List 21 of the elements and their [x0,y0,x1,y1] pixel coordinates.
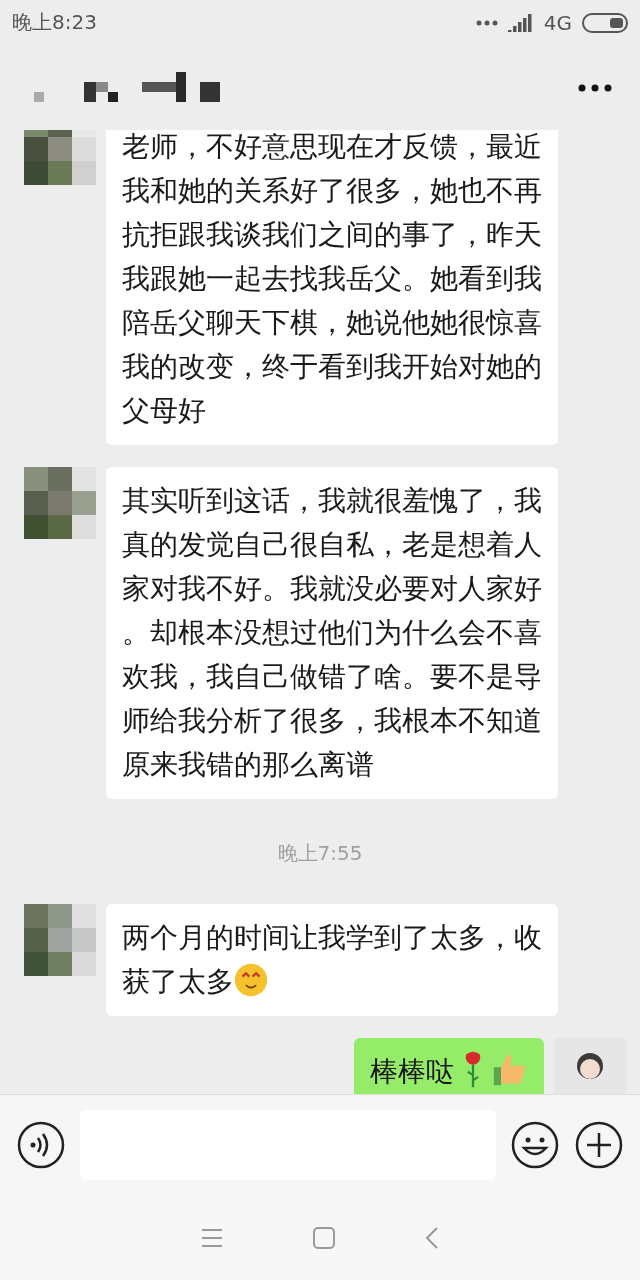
more-dots-icon [475,19,498,26]
menu-icon[interactable] [201,1227,223,1248]
more-options-icon[interactable] [578,83,612,92]
voice-icon[interactable] [16,1120,66,1170]
network-label: 4G [543,10,572,35]
home-icon[interactable] [313,1226,335,1249]
status-time: 晚上8:23 [12,9,97,36]
smiling-face-icon [234,963,268,997]
back-icon[interactable] [425,1226,439,1249]
signal-icon [507,13,534,32]
add-icon[interactable] [574,1120,624,1170]
avatar-icon [24,467,96,539]
message-bubble: 其实听到这话，我就很羞愧了，我真的发觉自己很自私，老是想着人家对我不好。我就没必要对人家好。却根本没想过他们为什么会不喜欢我，我自己做错了啥。要不是导师给我分析了很多，我根本不知道原来我错的那么离谱 [106,467,558,799]
message-bubble: 老师，不好意思现在才反馈，最近我和她的关系好了很多，她也不再抗拒跟我谈我们之间的事了，昨天我跟她一起去找我岳父。她看到我陪岳父聊天下棋，她说他她很惊喜我的改变，终于看到我开始对她的父母好 [106,130,558,445]
avatar-icon [24,904,96,976]
timestamp: 晚上7:55 [277,840,363,867]
message-bubble: 棒棒哒 [354,1038,544,1094]
battery-icon [582,12,628,33]
avatar-icon [24,130,96,185]
emoji-icon[interactable] [510,1120,560,1170]
message-bubble: 两个月的时间让我学到了太多，收获了太多 [106,904,558,1016]
